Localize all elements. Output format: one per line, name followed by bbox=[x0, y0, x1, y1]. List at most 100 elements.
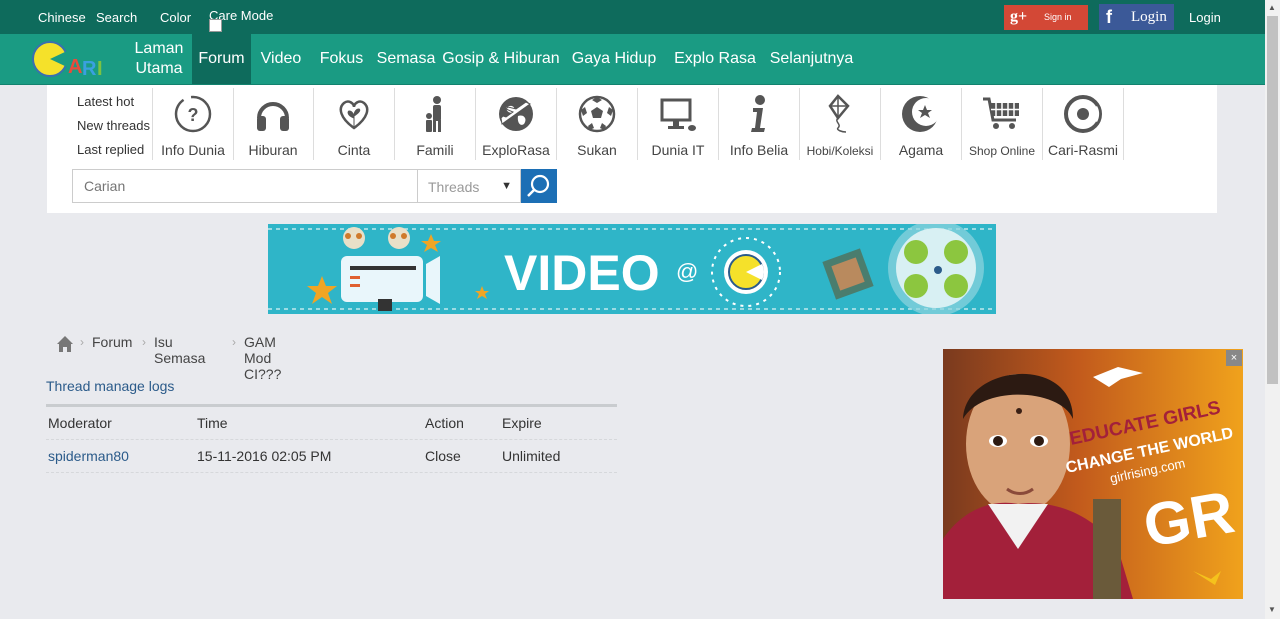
nav-fokus[interactable]: Fokus bbox=[314, 34, 369, 84]
category-dunia-it[interactable]: Dunia IT bbox=[638, 88, 719, 160]
header-time: Time bbox=[197, 415, 228, 431]
family-icon bbox=[426, 96, 441, 132]
nav-explo-rasa[interactable]: Explo Rasa bbox=[672, 34, 758, 84]
main-nav: A R I Laman Utama Forum Video Fokus Sema… bbox=[0, 34, 1265, 85]
svg-text:R: R bbox=[82, 58, 97, 80]
google-signin-button[interactable]: g+ Sign in bbox=[1004, 5, 1088, 30]
computer-icon bbox=[660, 98, 696, 131]
search-link[interactable]: Search bbox=[96, 10, 137, 25]
category-agama[interactable]: Agama bbox=[881, 88, 962, 160]
category-label: Hiburan bbox=[248, 142, 298, 158]
dropdown-arrow-icon: ▼ bbox=[501, 180, 512, 192]
page-title: Thread manage logs bbox=[46, 378, 175, 394]
category-cinta[interactable]: Cinta bbox=[314, 88, 395, 160]
category-sukan[interactable]: Sukan bbox=[557, 88, 638, 160]
category-label: Cari-Rasmi bbox=[1048, 142, 1118, 158]
table-header: Moderator Time Action Expire bbox=[46, 407, 617, 440]
svg-text:I: I bbox=[97, 58, 103, 80]
svg-text:?: ? bbox=[188, 105, 199, 125]
page-scrollbar[interactable]: ▲ ▼ bbox=[1265, 0, 1280, 619]
facebook-login-button[interactable]: f Login bbox=[1099, 4, 1174, 30]
last-replied-link[interactable]: Last replied bbox=[77, 142, 144, 157]
login-link[interactable]: Login bbox=[1189, 10, 1221, 25]
facebook-icon: f bbox=[1106, 7, 1112, 27]
nav-semasa[interactable]: Semasa bbox=[374, 34, 438, 84]
header-expire: Expire bbox=[502, 415, 542, 431]
category-cari-rasmi[interactable]: Cari-Rasmi bbox=[1043, 88, 1124, 160]
cart-icon bbox=[983, 97, 1019, 129]
category-hobi-koleksi[interactable]: Hobi/Koleksi bbox=[800, 88, 881, 160]
globe-question-icon: ? bbox=[174, 95, 212, 133]
nav-gaya-hidup[interactable]: Gaya Hidup bbox=[568, 34, 660, 84]
cari-logo[interactable]: A R I bbox=[30, 37, 115, 81]
table-row: spiderman80 15-11-2016 02:05 PM Close Un… bbox=[46, 440, 617, 473]
header-action: Action bbox=[425, 415, 464, 431]
nav-gosip-hiburan[interactable]: Gosip & Hiburan bbox=[440, 34, 562, 84]
google-plus-icon: g+ bbox=[1010, 8, 1028, 25]
category-info-belia[interactable]: Info Belia bbox=[719, 88, 800, 160]
soccer-ball-icon bbox=[578, 95, 616, 133]
banner-graphic: VIDEO @ bbox=[268, 224, 996, 314]
top-bar: Chinese Search Color Care Mode g+ Sign i… bbox=[0, 0, 1265, 34]
nav-video[interactable]: Video bbox=[255, 34, 307, 84]
category-label: Cinta bbox=[337, 142, 371, 158]
log-expire: Unlimited bbox=[502, 448, 561, 464]
kite-icon bbox=[828, 94, 850, 133]
nav-forum[interactable]: Forum bbox=[192, 34, 251, 84]
video-banner[interactable]: VIDEO @ bbox=[268, 224, 996, 314]
breadcrumb-separator-icon: › bbox=[232, 335, 236, 349]
breadcrumb-separator-icon: › bbox=[80, 335, 84, 349]
crescent-star-icon bbox=[902, 96, 940, 132]
category-label: Shop Online bbox=[968, 144, 1036, 158]
category-famili[interactable]: Famili bbox=[395, 88, 476, 160]
category-hiburan[interactable]: Hiburan bbox=[233, 88, 314, 160]
chinese-link[interactable]: Chinese bbox=[38, 10, 86, 25]
moderator-link[interactable]: spiderman80 bbox=[48, 448, 129, 464]
search-icon bbox=[527, 174, 550, 197]
nav-selanjutnya[interactable]: Selanjutnya bbox=[764, 34, 859, 84]
ad-close-icon[interactable]: × bbox=[1226, 350, 1242, 366]
category-label: Famili bbox=[416, 142, 454, 158]
search-scope-value: Threads bbox=[428, 179, 480, 195]
search-scope-select[interactable]: Threads ▼ bbox=[418, 169, 521, 203]
category-label: ExploRasa bbox=[482, 142, 550, 158]
category-label: Info Dunia bbox=[161, 142, 225, 158]
log-action: Close bbox=[425, 448, 461, 464]
home-icon[interactable] bbox=[56, 335, 74, 353]
category-label: Agama bbox=[898, 142, 944, 158]
breadcrumb-forum[interactable]: Forum bbox=[92, 334, 132, 350]
color-link[interactable]: Color bbox=[160, 10, 191, 25]
category-label: Sukan bbox=[577, 142, 617, 158]
scroll-up-icon[interactable]: ▲ bbox=[1268, 3, 1276, 12]
cari-logo-icon bbox=[1064, 95, 1102, 133]
category-explorasa[interactable]: ExploRasa bbox=[476, 88, 557, 160]
nav-laman-utama[interactable]: Laman Utama bbox=[126, 34, 192, 84]
breadcrumb-thread[interactable]: GAM Mod CI??? bbox=[244, 334, 281, 382]
new-threads-link[interactable]: New threads bbox=[77, 118, 150, 133]
headphones-icon bbox=[257, 102, 289, 131]
breadcrumb-separator-icon: › bbox=[142, 335, 146, 349]
heart-sprout-icon bbox=[339, 100, 369, 130]
log-time: 15-11-2016 02:05 PM bbox=[197, 448, 332, 464]
search-input[interactable] bbox=[82, 170, 406, 202]
category-shop-online[interactable]: Shop Online bbox=[962, 88, 1043, 160]
banner-video-text: VIDEO bbox=[504, 245, 660, 301]
category-label: Hobi/Koleksi bbox=[806, 144, 874, 158]
search-button[interactable] bbox=[521, 169, 557, 203]
advertisement[interactable]: EDUCATE GIRLS CHANGE THE WORLD girlrisin… bbox=[943, 349, 1243, 599]
category-label: Info Belia bbox=[729, 142, 789, 158]
google-signin-label: Sign in bbox=[1044, 12, 1072, 22]
care-mode-checkbox[interactable] bbox=[209, 19, 222, 32]
ad-image: EDUCATE GIRLS CHANGE THE WORLD girlrisin… bbox=[943, 349, 1243, 599]
header-moderator: Moderator bbox=[48, 415, 112, 431]
banner-at-text: @ bbox=[676, 259, 698, 284]
scrollbar-thumb[interactable] bbox=[1267, 16, 1278, 384]
scroll-down-icon[interactable]: ▼ bbox=[1268, 605, 1276, 614]
care-mode-toggle[interactable]: Care Mode bbox=[209, 8, 273, 32]
search-field[interactable] bbox=[72, 169, 418, 203]
svg-text:A: A bbox=[68, 56, 82, 78]
breadcrumb-isu-semasa[interactable]: Isu Semasa bbox=[154, 334, 205, 366]
latest-hot-link[interactable]: Latest hot bbox=[77, 94, 134, 109]
category-info-dunia[interactable]: ? Info Dunia bbox=[152, 88, 234, 160]
category-label: Dunia IT bbox=[651, 142, 705, 158]
